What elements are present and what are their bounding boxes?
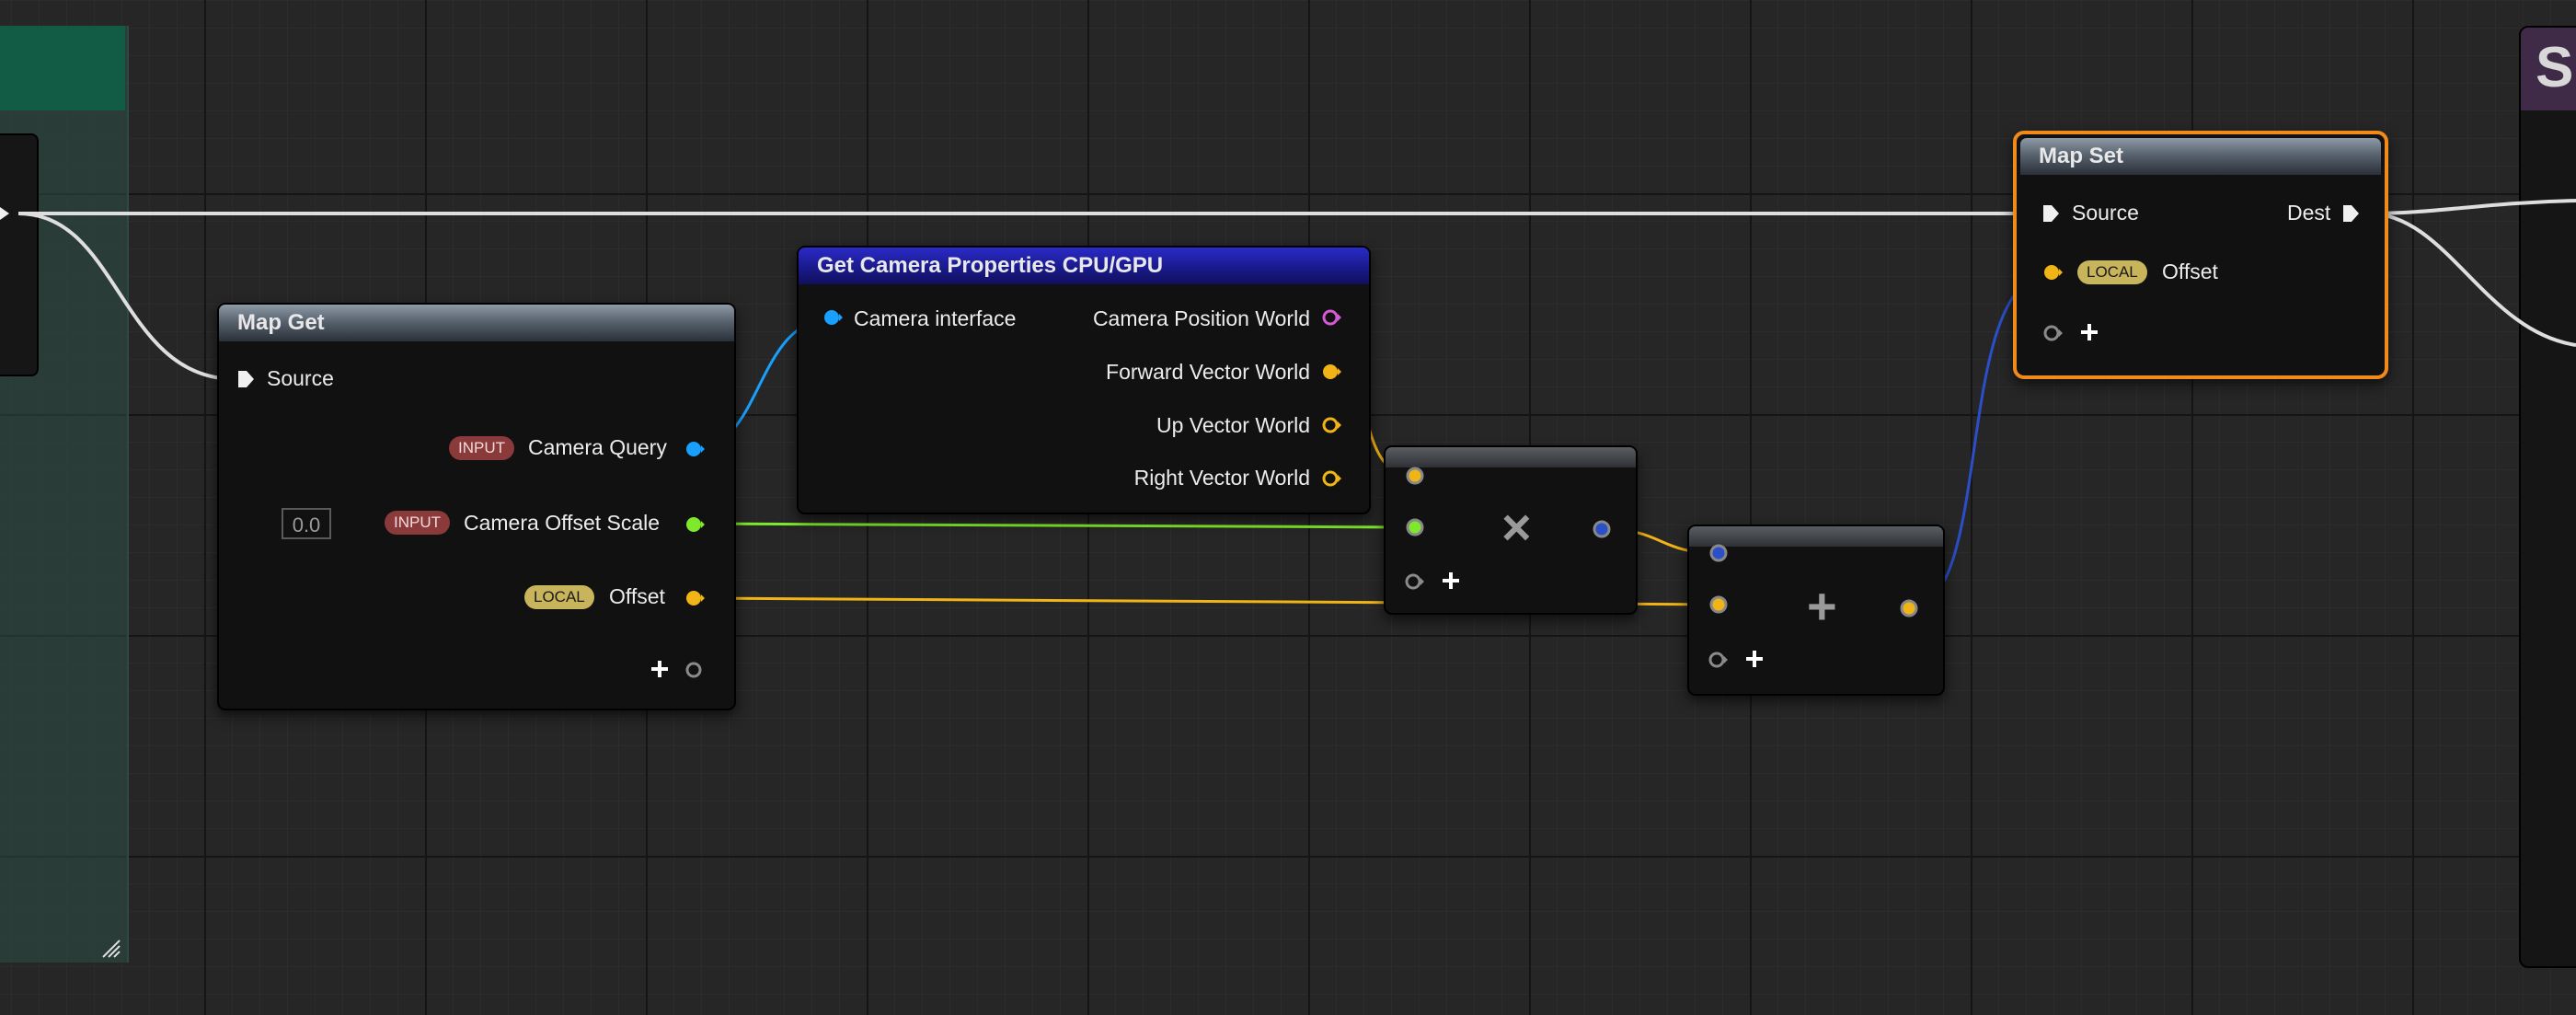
source-exec-pin[interactable] [2041, 203, 2061, 224]
map-set-node[interactable]: Map Set [2013, 131, 2388, 379]
add-pin-circle-icon[interactable] [1708, 650, 1728, 670]
multiply-output-pin[interactable] [1592, 519, 1612, 539]
offscreen-exec-out-pin[interactable] [0, 203, 20, 224]
add-icon: + [1807, 577, 1837, 635]
plus-icon[interactable] [650, 659, 670, 679]
offset-scale-value-field[interactable]: 0.0 [282, 508, 331, 539]
source-exec-pin[interactable] [236, 369, 256, 389]
camera-offset-scale-label: Camera Offset Scale [464, 511, 661, 535]
dest-exec-pin[interactable] [2340, 203, 2361, 224]
input-badge: INPUT [385, 511, 450, 535]
offset-scale-wire [693, 522, 1415, 529]
add-output-pin[interactable] [1899, 598, 1919, 618]
node-title[interactable]: Map Get [219, 305, 734, 341]
plus-icon[interactable] [1744, 649, 1765, 669]
up-vector-world-pin[interactable] [1321, 415, 1341, 435]
local-badge: LOCAL [2077, 260, 2147, 284]
camera-position-world-pin[interactable] [1321, 307, 1341, 328]
camera-query-label: Camera Query [528, 435, 667, 459]
add-pin-circle-icon[interactable] [2042, 323, 2063, 343]
multiply-icon: × [1501, 498, 1532, 556]
multiply-input-b-pin[interactable] [1405, 517, 1425, 537]
camera-interface-pin[interactable] [822, 307, 843, 328]
local-badge: LOCAL [524, 585, 594, 609]
map-get-node[interactable]: Map Get [217, 303, 736, 710]
right-vector-world-pin[interactable] [1321, 468, 1341, 489]
offset-input-pin[interactable] [2042, 262, 2063, 283]
source-label: Source [2072, 201, 2139, 225]
node-header-bar[interactable] [1386, 447, 1636, 467]
add-input-b-pin[interactable] [1708, 594, 1729, 615]
input-badge: INPUT [449, 436, 514, 460]
plus-icon[interactable] [2079, 322, 2099, 342]
camera-position-world-label: Camera Position World [1092, 306, 1310, 330]
exec-wire-dest-down [2367, 212, 2576, 347]
forward-vector-world-pin[interactable] [1321, 362, 1341, 382]
node-title[interactable]: Map Set [2020, 138, 2381, 175]
node-title[interactable]: Get Camera Properties CPU/GPU [799, 248, 1369, 284]
add-pin-circle-icon[interactable] [1404, 571, 1424, 592]
multiply-input-a-pin[interactable] [1405, 466, 1425, 486]
camera-offset-scale-pin[interactable] [684, 514, 705, 535]
exec-wire-to-map-get [17, 212, 236, 381]
offset-pin[interactable] [684, 588, 705, 608]
exec-wire-dest-out [2367, 199, 2576, 215]
up-vector-world-label: Up Vector World [1156, 413, 1310, 437]
offset-label: Offset [2162, 260, 2218, 283]
right-vector-world-label: Right Vector World [1133, 466, 1310, 490]
source-label: Source [267, 366, 334, 390]
plus-icon[interactable] [1441, 571, 1461, 591]
offset-label: Offset [609, 584, 665, 608]
forward-vector-world-label: Forward Vector World [1106, 360, 1310, 384]
add-pin-circle-icon[interactable] [684, 660, 705, 680]
camera-interface-label: Camera interface [854, 306, 1017, 330]
add-input-a-pin[interactable] [1708, 543, 1729, 563]
dest-label: Dest [2287, 201, 2331, 225]
camera-query-pin[interactable] [684, 439, 705, 459]
